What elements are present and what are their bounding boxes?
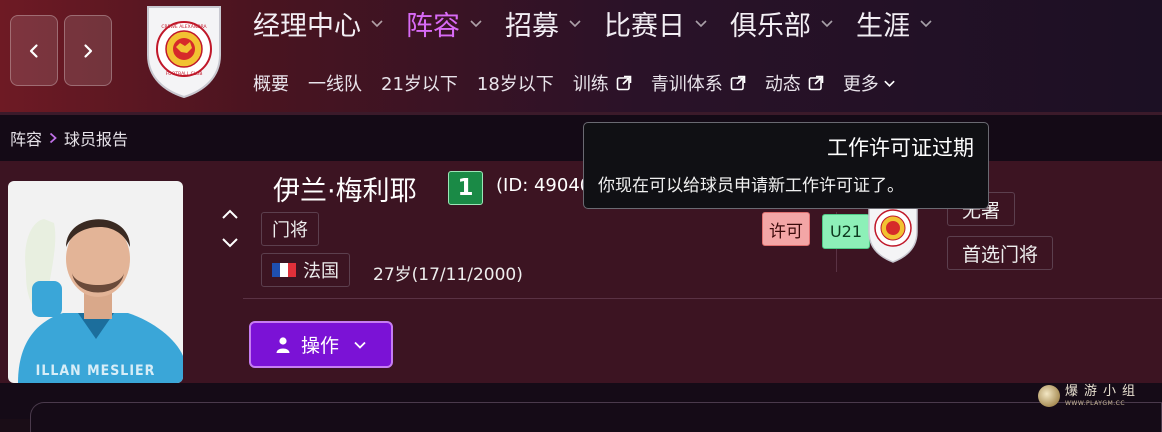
sub-nav-youth-system[interactable]: 青训体系: [651, 70, 746, 96]
tooltip-title: 工作许可证过期: [827, 136, 974, 160]
sub-nav-label: 18岁以下: [476, 74, 554, 95]
sub-nav-under-21[interactable]: 21岁以下: [381, 70, 458, 96]
external-link-icon: [808, 75, 824, 91]
main-nav-label: 招募: [505, 10, 559, 42]
nationality-label: 法国: [303, 261, 339, 282]
main-nav-label: 阵容: [406, 10, 460, 42]
main-nav-label: 生涯: [856, 10, 910, 42]
chevron-down-icon: [920, 20, 932, 28]
sub-nav-label: 青训体系: [650, 74, 723, 95]
sub-nav: 概要 一线队 21岁以下 18岁以下 训练 青训体系 动态 更多: [253, 70, 915, 96]
sub-nav-overview[interactable]: 概要: [253, 70, 289, 96]
sub-nav-dynamics[interactable]: 动态: [765, 70, 824, 96]
next-player-chevron-down-icon[interactable]: [221, 236, 239, 250]
watermark-logo-icon: [1038, 385, 1060, 407]
chevron-down-icon: [354, 341, 366, 349]
person-icon: [276, 336, 290, 353]
actions-button[interactable]: 操作: [249, 321, 393, 368]
main-nav-manager-center[interactable]: 经理中心: [253, 4, 384, 43]
watermark-en: WWW.PLAYGM.CC: [1065, 400, 1126, 407]
nationality-tag[interactable]: 法国: [261, 253, 350, 287]
position-label: 门将: [272, 220, 308, 241]
main-nav-recruitment[interactable]: 招募: [505, 4, 582, 43]
sub-nav-training[interactable]: 训练: [573, 70, 632, 96]
work-permit-tooltip: 工作许可证过期 你现在可以给球员申请新工作许可证了。: [583, 122, 989, 209]
position-tag: 门将: [261, 212, 319, 246]
previous-player-chevron-up-icon[interactable]: [221, 207, 239, 221]
u21-badge[interactable]: U21: [822, 214, 870, 249]
club-crest-logo[interactable]: CREWE ALEXANDRA FOOTBALL CLUB: [145, 3, 223, 99]
breadcrumb-current: 球员报告: [64, 130, 129, 149]
player-id: (ID: 49040: [496, 175, 592, 196]
sub-nav-label: 21岁以下: [381, 74, 458, 95]
main-nav-squad[interactable]: 阵容: [406, 4, 483, 43]
chevron-down-icon: [569, 20, 581, 28]
main-nav-matchday[interactable]: 比赛日: [604, 4, 708, 43]
chevron-down-icon: [821, 20, 833, 28]
crest-top-text: CREWE ALEXANDRA: [161, 24, 207, 30]
main-nav-label: 经理中心: [253, 10, 361, 42]
back-button[interactable]: [10, 15, 58, 86]
france-flag-icon: [272, 263, 296, 277]
site-watermark: 爆游小组 WWW.PLAYGM.CC: [1038, 380, 1162, 412]
crest-bottom-text: FOOTBALL CLUB: [166, 71, 203, 77]
age-dob: 27岁(17/11/2000): [373, 265, 523, 285]
squad-number-badge: 1: [448, 171, 483, 205]
main-nav-label: 比赛日: [604, 10, 685, 42]
sub-nav-first-team[interactable]: 一线队: [308, 70, 362, 96]
chevron-down-icon: [470, 20, 482, 28]
chevron-down-icon: [884, 80, 895, 87]
sub-nav-more[interactable]: 更多: [843, 70, 896, 96]
player-name: 伊兰·梅利耶: [273, 176, 417, 207]
breadcrumb-parent[interactable]: 阵容: [10, 126, 42, 150]
photo-caption: ILLAN MESLIER: [35, 363, 156, 379]
chevron-right-icon: [49, 132, 57, 144]
main-nav-label: 俱乐部: [730, 10, 811, 42]
player-photo: ILLAN MESLIER: [8, 181, 183, 383]
forward-button[interactable]: [64, 15, 112, 86]
actions-label: 操作: [300, 335, 339, 357]
sub-nav-label: 更多: [842, 74, 879, 95]
main-nav-club[interactable]: 俱乐部: [730, 4, 834, 43]
squad-role-label: 首选门将: [962, 243, 1039, 266]
divider: [243, 298, 1162, 299]
main-nav-career[interactable]: 生涯: [856, 4, 933, 43]
watermark-cn: 爆游小组: [1065, 384, 1142, 399]
chevron-left-icon: [29, 43, 38, 58]
main-nav: 经理中心 阵容 招募 比赛日 俱乐部 生涯: [253, 0, 955, 46]
squad-role-box[interactable]: 首选门将: [947, 236, 1054, 270]
work-permit-badge[interactable]: 许可: [762, 212, 810, 246]
sub-nav-label: 训练: [572, 74, 609, 95]
sub-nav-label: 一线队: [308, 74, 362, 95]
chevron-right-icon: [84, 43, 93, 58]
content-panel: [30, 402, 1162, 432]
sub-nav-under-18[interactable]: 18岁以下: [477, 70, 554, 96]
external-link-icon: [616, 75, 632, 91]
chevron-down-icon: [371, 20, 383, 28]
sub-nav-label: 动态: [764, 74, 801, 95]
tooltip-body: 你现在可以给球员申请新工作许可证了。: [598, 176, 904, 196]
sub-nav-label: 概要: [253, 74, 289, 95]
external-link-icon: [730, 75, 746, 91]
chevron-down-icon: [695, 20, 707, 28]
player-photo-image: [8, 181, 183, 383]
